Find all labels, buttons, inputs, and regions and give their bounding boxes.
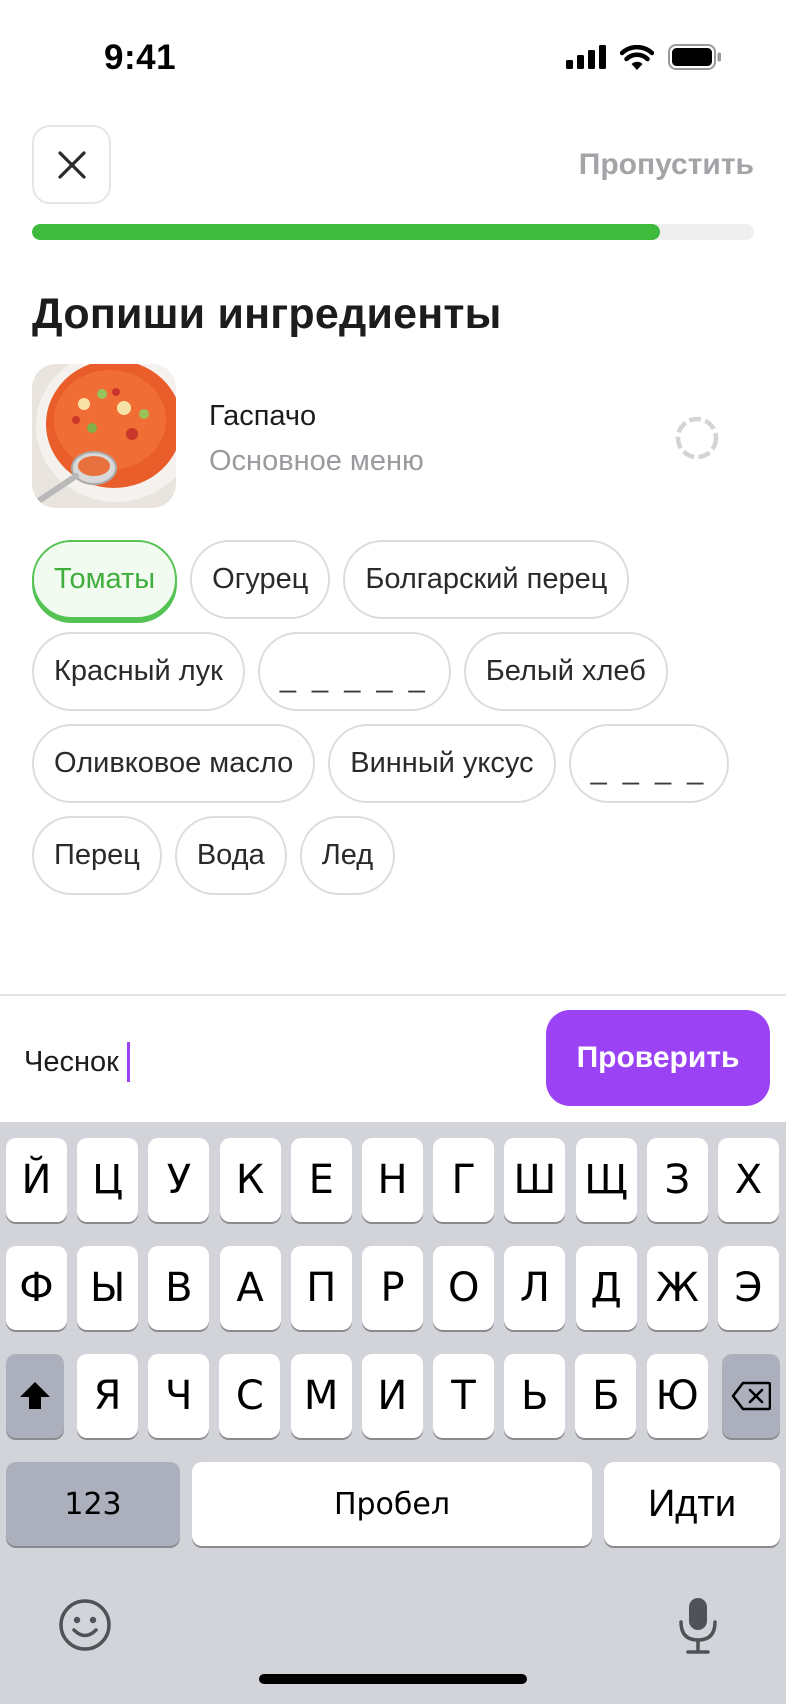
status-time: 9:41 <box>104 38 177 77</box>
emoji-key[interactable] <box>58 1598 112 1657</box>
ingredient-chip: Томаты <box>32 540 178 619</box>
answer-text: Чеснок <box>24 1045 119 1078</box>
key[interactable]: Ж <box>646 1246 708 1330</box>
microphone-key[interactable] <box>676 1596 720 1661</box>
cellular-signal-icon <box>566 45 606 69</box>
loading-spinner-icon <box>675 416 719 460</box>
chip-row: Оливковое масло Винный уксус _ _ _ _ <box>32 724 754 803</box>
key[interactable]: Д <box>575 1246 637 1330</box>
backspace-icon <box>731 1381 771 1411</box>
key[interactable]: Ц <box>77 1138 139 1222</box>
ingredient-chip: Оливковое масло <box>32 724 316 803</box>
ingredient-chip: Болгарский перец <box>343 540 630 619</box>
key[interactable]: Ф <box>6 1246 67 1330</box>
key[interactable]: И <box>361 1354 423 1438</box>
chip-row: Красный лук _ _ _ _ _ Белый хлеб <box>32 632 754 711</box>
chip-row: Томаты Огурец Болгарский перец <box>32 540 754 619</box>
ingredient-chip: Лед <box>299 816 396 895</box>
ingredient-chips: Томаты Огурец Болгарский перец Красный лук _… <box>32 540 754 908</box>
key[interactable]: У <box>148 1138 210 1222</box>
page-title: Допиши ингредиенты <box>32 290 502 338</box>
key[interactable]: Р <box>362 1246 423 1330</box>
key[interactable]: З <box>646 1138 708 1222</box>
key[interactable]: Г <box>433 1138 495 1222</box>
progress-bar <box>32 224 754 240</box>
ingredient-chip: Вода <box>174 816 287 895</box>
key[interactable]: Щ <box>575 1138 637 1222</box>
key[interactable]: В <box>148 1246 210 1330</box>
key[interactable]: Б <box>575 1354 637 1438</box>
key[interactable]: Е <box>290 1138 352 1222</box>
dish-image <box>32 364 176 508</box>
key[interactable]: Ь <box>504 1354 566 1438</box>
dish-category: Основное меню <box>209 445 424 477</box>
key[interactable]: Ш <box>504 1138 566 1222</box>
keyboard: 123 Пробел Идти ЙЦУКЕНГШЩЗХ ФЫВАПРОЛДЖЭ ЯЧ… <box>0 1122 786 1704</box>
key[interactable]: Ч <box>148 1354 210 1438</box>
dish-name: Гаспачо <box>209 400 317 432</box>
key[interactable]: Й <box>6 1138 67 1222</box>
shift-icon <box>20 1382 50 1409</box>
check-button[interactable]: Проверить <box>546 1010 770 1106</box>
battery-icon <box>668 44 721 70</box>
text-caret <box>126 1042 130 1082</box>
status-bar: 9:41 <box>0 0 786 118</box>
key[interactable]: Ю <box>646 1354 708 1438</box>
go-key[interactable]: Идти <box>604 1462 780 1546</box>
key[interactable]: А <box>219 1246 281 1330</box>
backspace-key[interactable] <box>722 1354 780 1438</box>
blank-ingredient-chip: _ _ _ _ <box>568 724 730 803</box>
key[interactable]: П <box>290 1246 352 1330</box>
microphone-icon <box>679 1598 717 1654</box>
answer-input[interactable]: Чеснок <box>24 1040 130 1084</box>
ingredient-chip: Перец <box>32 816 162 895</box>
ingredient-chip: Белый хлеб <box>463 632 668 711</box>
key[interactable]: Я <box>77 1354 138 1438</box>
emoji-icon <box>59 1599 111 1651</box>
key[interactable]: Э <box>718 1246 779 1330</box>
key[interactable]: Ы <box>77 1246 139 1330</box>
skip-link[interactable]: Пропустить <box>579 148 754 182</box>
close-icon <box>57 150 86 179</box>
numbers-key[interactable]: 123 <box>6 1462 180 1546</box>
home-indicator <box>259 1674 527 1684</box>
space-key[interactable]: Пробел <box>192 1462 592 1546</box>
key[interactable]: Х <box>718 1138 779 1222</box>
key[interactable]: К <box>219 1138 281 1222</box>
divider <box>0 994 786 996</box>
shift-key[interactable] <box>6 1354 64 1438</box>
key[interactable]: С <box>219 1354 281 1438</box>
key[interactable]: Н <box>362 1138 423 1222</box>
key[interactable]: М <box>290 1354 352 1438</box>
key[interactable]: Л <box>504 1246 566 1330</box>
wifi-icon <box>620 44 654 70</box>
blank-ingredient-chip: _ _ _ _ _ <box>257 632 451 711</box>
ingredient-chip: Винный уксус <box>328 724 556 803</box>
ingredient-chip: Красный лук <box>32 632 245 711</box>
chip-row: Перец Вода Лед <box>32 816 754 895</box>
ingredient-chip: Огурец <box>190 540 331 619</box>
key[interactable]: О <box>433 1246 495 1330</box>
progress-fill <box>32 224 661 240</box>
close-button[interactable] <box>32 125 111 204</box>
key[interactable]: Т <box>433 1354 494 1438</box>
status-icons <box>566 44 722 70</box>
